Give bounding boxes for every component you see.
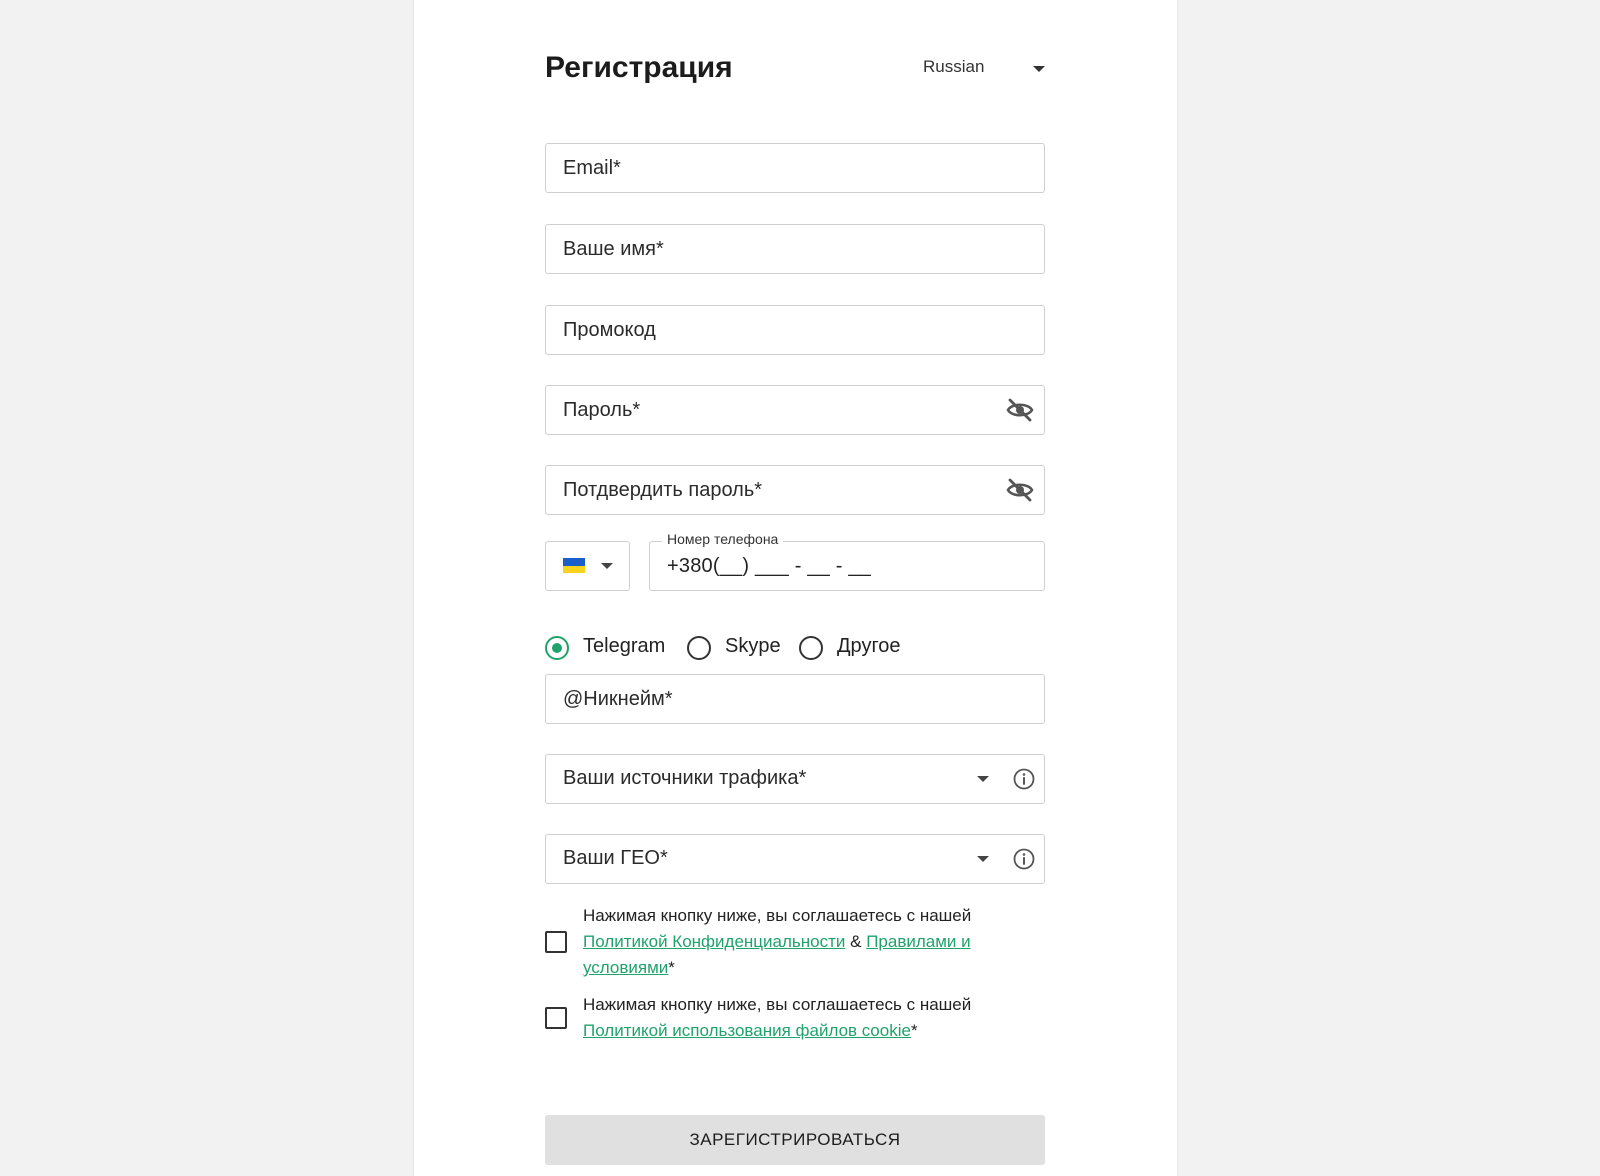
confirm-password-field[interactable] — [545, 465, 1045, 515]
cookie-consent-text: Нажимая кнопку ниже, вы соглашаетесь с н… — [583, 992, 1003, 1044]
traffic-sources-placeholder: Ваши источники трафика* — [563, 767, 807, 789]
cookie-policy-link[interactable]: Политикой использования файлов cookie — [583, 1021, 911, 1040]
nickname-input[interactable] — [546, 675, 1044, 723]
geo-select[interactable]: Ваши ГЕО* — [545, 834, 1045, 884]
registration-card: Регистрация Russian Email* Ваше имя* Про… — [414, 0, 1177, 1176]
info-icon[interactable] — [1013, 848, 1035, 870]
chevron-down-icon — [601, 563, 613, 569]
chevron-down-icon — [977, 776, 989, 782]
phone-label: Номер телефона — [662, 531, 784, 547]
privacy-consent-text: Нажимая кнопку ниже, вы соглашаетесь с н… — [583, 903, 1003, 981]
phone-field[interactable]: Номер телефона +380(__) ___ - __ - __ — [649, 531, 1045, 591]
required-mark: * — [910, 1021, 918, 1040]
chevron-down-icon — [977, 856, 989, 862]
consent-ampersand: & — [850, 932, 862, 951]
eye-off-icon[interactable] — [1006, 477, 1034, 503]
phone-input[interactable]: +380(__) ___ - __ - __ — [667, 555, 871, 578]
ukraine-flag-icon — [563, 558, 585, 573]
privacy-checkbox[interactable] — [545, 931, 567, 953]
required-mark: * — [668, 958, 675, 977]
cookie-consent: Нажимая кнопку ниже, вы соглашаетесь с н… — [545, 992, 1045, 1046]
name-field[interactable] — [545, 224, 1045, 274]
eye-off-icon[interactable] — [1006, 397, 1034, 423]
promo-field[interactable] — [545, 305, 1045, 355]
consent-prefix: Нажимая кнопку ниже, вы соглашаетесь с н… — [583, 995, 972, 1014]
radio-label: Skype — [725, 635, 781, 657]
password-field[interactable] — [545, 385, 1045, 435]
nickname-field[interactable] — [545, 674, 1045, 724]
phone-country-select[interactable] — [545, 541, 630, 591]
radio-checked-icon — [545, 636, 569, 660]
traffic-sources-select[interactable]: Ваши источники трафика* — [545, 754, 1045, 804]
chevron-down-icon — [1033, 66, 1045, 72]
confirm-password-input[interactable] — [546, 466, 1044, 514]
info-icon[interactable] — [1013, 768, 1035, 790]
language-select[interactable]: Russian — [923, 52, 1045, 82]
email-field[interactable] — [545, 143, 1045, 193]
form-header: Регистрация Russian — [545, 48, 1045, 88]
cookie-checkbox[interactable] — [545, 1007, 567, 1029]
radio-label: Другое — [837, 635, 901, 657]
radio-unchecked-icon — [687, 636, 711, 660]
consent-prefix: Нажимая кнопку ниже, вы соглашаетесь с н… — [583, 906, 972, 925]
language-select-value: Russian — [923, 57, 985, 76]
privacy-policy-link[interactable]: Политикой Конфиденциальности — [583, 932, 845, 951]
email-input[interactable] — [546, 144, 1044, 192]
name-input[interactable] — [546, 225, 1044, 273]
register-button[interactable]: ЗАРЕГИСТРИРОВАТЬСЯ — [545, 1115, 1045, 1165]
messenger-radio-group: Telegram Skype Другое — [545, 633, 1045, 663]
page-title: Регистрация — [545, 51, 733, 84]
password-input[interactable] — [546, 386, 1044, 434]
promo-input[interactable] — [546, 306, 1044, 354]
radio-unchecked-icon — [799, 636, 823, 660]
privacy-consent: Нажимая кнопку ниже, вы соглашаетесь с н… — [545, 903, 1045, 983]
geo-placeholder: Ваши ГЕО* — [563, 847, 668, 869]
radio-label: Telegram — [583, 635, 666, 657]
